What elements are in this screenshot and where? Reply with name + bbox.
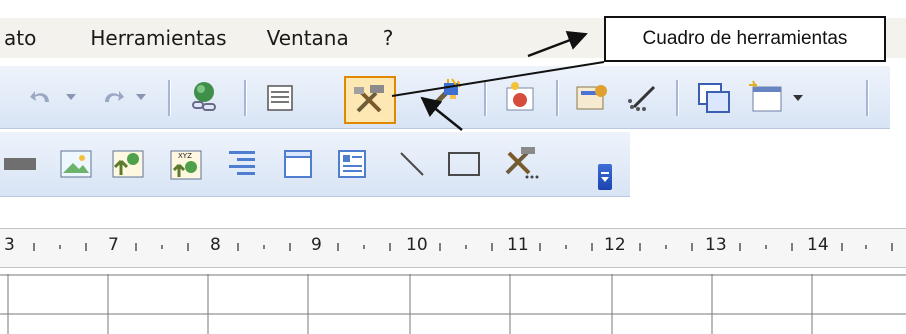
arrow-to-callout xyxy=(527,31,588,58)
arrow-to-toolbox xyxy=(391,61,605,97)
arrow-to-icon xyxy=(420,96,463,131)
callout-arrows xyxy=(391,31,605,131)
